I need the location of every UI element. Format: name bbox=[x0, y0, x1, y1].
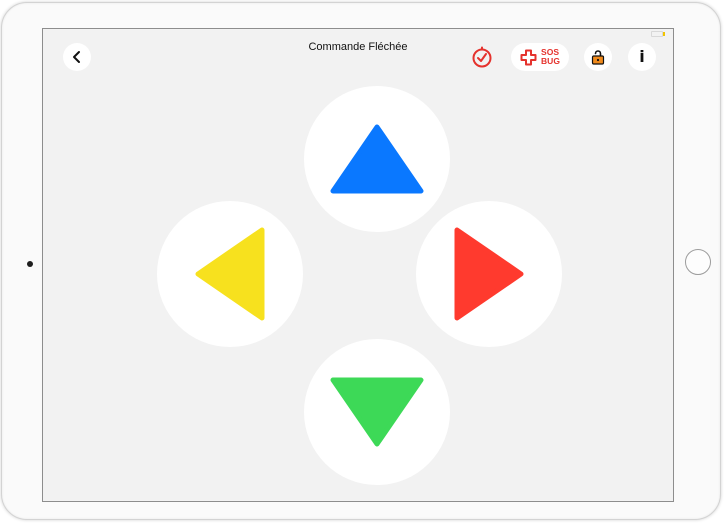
arrow-down-button[interactable] bbox=[304, 339, 450, 485]
sos-bug-button[interactable]: SOS BUG bbox=[511, 43, 569, 71]
lock-button[interactable] bbox=[584, 43, 612, 71]
triangle-up-icon bbox=[330, 124, 424, 194]
front-camera bbox=[27, 261, 33, 267]
navigation-bar: Commande Fléchée SOS BUG i bbox=[43, 29, 673, 81]
page-title: Commande Fléchée bbox=[308, 41, 408, 53]
unlocked-padlock-icon bbox=[591, 50, 605, 65]
app-screen: Commande Fléchée SOS BUG i bbox=[42, 28, 674, 502]
triangle-left-icon bbox=[195, 227, 265, 321]
triangle-right-icon bbox=[454, 227, 524, 321]
info-icon: i bbox=[639, 47, 645, 66]
chevron-left-icon bbox=[73, 51, 80, 63]
arrow-up-button[interactable] bbox=[304, 86, 450, 232]
back-button[interactable] bbox=[63, 43, 91, 71]
arrow-left-button[interactable] bbox=[157, 201, 303, 347]
info-button[interactable]: i bbox=[628, 43, 656, 71]
sos-bug-label: SOS BUG bbox=[541, 48, 560, 66]
tablet-frame: Commande Fléchée SOS BUG i bbox=[1, 2, 721, 520]
arrow-right-button[interactable] bbox=[416, 201, 562, 347]
triangle-down-icon bbox=[330, 377, 424, 447]
medical-cross-icon bbox=[520, 49, 537, 65]
timer-button[interactable] bbox=[469, 44, 495, 70]
sos-label-line2: BUG bbox=[541, 56, 560, 66]
home-button[interactable] bbox=[685, 249, 711, 275]
timer-check-icon bbox=[472, 46, 492, 68]
